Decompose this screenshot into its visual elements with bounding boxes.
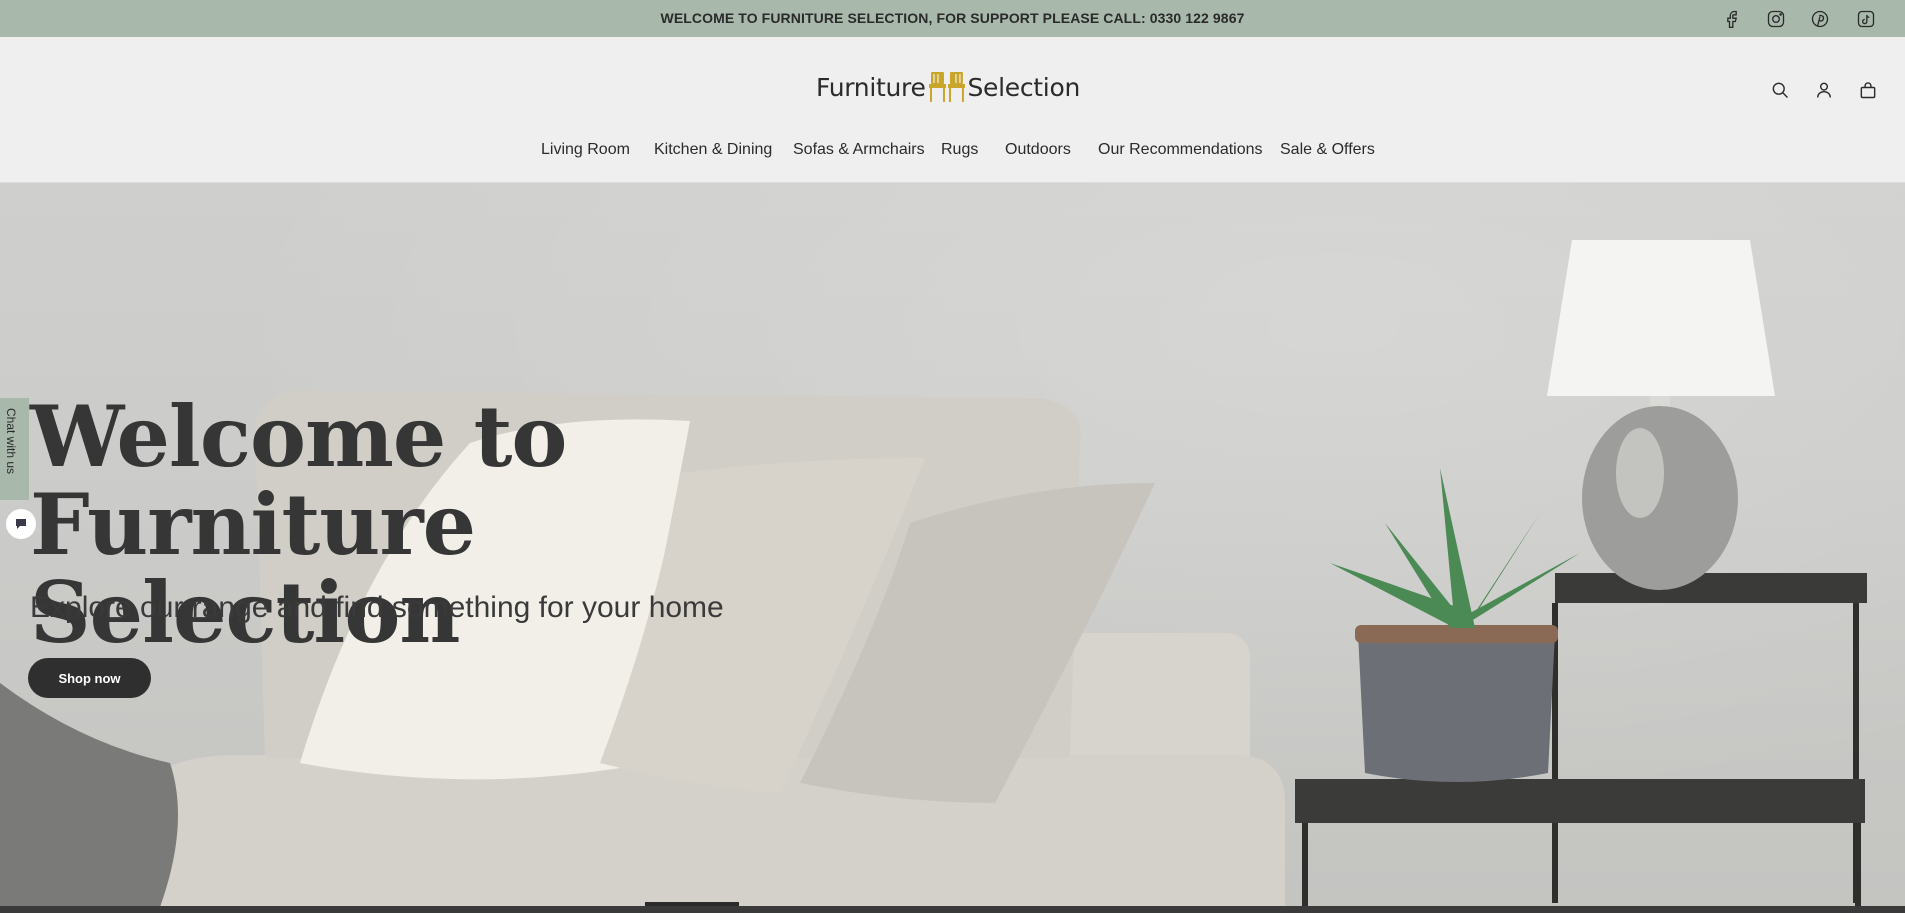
cart-icon[interactable]	[1856, 78, 1880, 102]
chat-tab[interactable]: Chat with us	[0, 398, 29, 500]
chairs-logo-icon	[928, 72, 965, 102]
announcement-bar: WELCOME TO FURNITURE SELECTION, FOR SUPP…	[0, 0, 1905, 37]
slider-indicator[interactable]	[645, 902, 739, 906]
tiktok-icon[interactable]	[1854, 7, 1878, 31]
brand-logo[interactable]: Furniture Selection	[816, 67, 1080, 107]
hero-subtitle: Explore our range and find something for…	[30, 591, 724, 624]
chat-icon[interactable]	[6, 509, 36, 539]
account-icon[interactable]	[1812, 78, 1836, 102]
pinterest-icon[interactable]	[1808, 7, 1832, 31]
nav-sale-offers[interactable]: Sale & Offers	[1280, 141, 1375, 159]
nav-rugs[interactable]: Rugs	[941, 141, 978, 159]
brand-word-2: Selection	[967, 72, 1080, 102]
chat-tab-label: Chat with us	[4, 408, 18, 475]
facebook-icon[interactable]	[1720, 7, 1744, 31]
hero-title-line-2: Furniture Selection	[30, 475, 476, 662]
slider-track	[0, 906, 1905, 913]
nav-kitchen-dining[interactable]: Kitchen & Dining	[654, 141, 772, 159]
nav-living-room[interactable]: Living Room	[541, 141, 630, 159]
announcement-text: WELCOME TO FURNITURE SELECTION, FOR SUPP…	[660, 10, 1245, 26]
nav-our-recommendations[interactable]: Our Recommendations	[1098, 141, 1263, 159]
hero-title-line-1: Welcome to	[30, 387, 567, 486]
nav-sofas-armchairs[interactable]: Sofas & Armchairs	[793, 141, 925, 159]
brand-word-1: Furniture	[816, 72, 926, 102]
site-header: Furniture Selection Living Room Kitchen …	[0, 37, 1905, 183]
instagram-icon[interactable]	[1764, 7, 1788, 31]
main-nav: Living Room Kitchen & Dining Sofas & Arm…	[0, 141, 1905, 165]
hero-banner: Welcome to Furniture Selection Explore o…	[0, 183, 1905, 907]
shop-now-button[interactable]: Shop now	[28, 658, 151, 698]
nav-outdoors[interactable]: Outdoors	[1005, 141, 1071, 159]
search-icon[interactable]	[1768, 78, 1792, 102]
